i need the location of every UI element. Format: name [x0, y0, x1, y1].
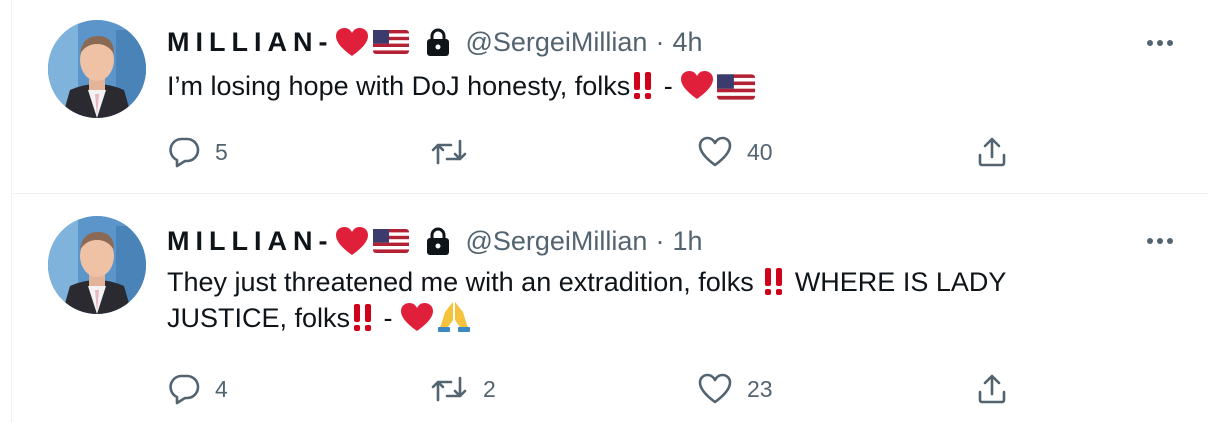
- more-icon: [1147, 238, 1153, 244]
- tweet[interactable]: MILLIAN- @SergeiMillian · 4h I’m losing: [12, 0, 1208, 194]
- us-flag-icon: [373, 229, 410, 253]
- like-count: 23: [747, 375, 773, 402]
- tweet-text: I’m losing hope with DoJ honesty, folks …: [167, 68, 1127, 104]
- tweet-header: MILLIAN- @SergeiMillian · 1h: [167, 224, 703, 258]
- like-button[interactable]: 23: [697, 369, 773, 409]
- tweet-header: MILLIAN- @SergeiMillian · 4h: [167, 25, 703, 59]
- reply-icon: [169, 137, 200, 168]
- reply-icon: [169, 374, 200, 405]
- double-exclamation-icon: [765, 268, 783, 295]
- retweet-icon: [431, 376, 467, 402]
- retweet-button[interactable]: 2: [429, 369, 496, 409]
- double-exclamation-icon: [634, 72, 652, 99]
- display-name[interactable]: MILLIAN-: [167, 27, 333, 58]
- reply-button[interactable]: 4: [167, 369, 228, 409]
- double-exclamation-icon: [354, 304, 372, 331]
- red-heart-icon: [681, 71, 714, 99]
- user-handle[interactable]: @SergeiMillian: [465, 226, 647, 257]
- reply-count: 4: [215, 375, 228, 402]
- lock-icon: [427, 227, 450, 255]
- reply-button[interactable]: 5: [167, 132, 228, 172]
- like-button[interactable]: 40: [697, 132, 773, 172]
- tweet[interactable]: MILLIAN- @SergeiMillian · 1h They just t: [12, 194, 1208, 423]
- retweet-icon: [431, 139, 467, 165]
- tweet-feed: MILLIAN- @SergeiMillian · 4h I’m losing: [11, 0, 1208, 423]
- more-icon: [1147, 40, 1153, 46]
- retweet-button[interactable]: [429, 132, 483, 172]
- us-flag-icon: [717, 74, 756, 100]
- like-count: 40: [747, 138, 773, 165]
- retweet-count: 2: [483, 375, 496, 402]
- share-button[interactable]: [975, 132, 1009, 172]
- red-heart-icon: [336, 227, 369, 255]
- timestamp[interactable]: 4h: [672, 27, 702, 58]
- separator-dot: ·: [655, 26, 665, 57]
- user-handle[interactable]: @SergeiMillian: [465, 27, 647, 58]
- share-icon: [978, 137, 1006, 167]
- red-heart-icon: [336, 28, 369, 56]
- avatar[interactable]: [48, 20, 146, 118]
- avatar[interactable]: [48, 216, 146, 314]
- tweet-text: They just threatened me with an extradit…: [167, 267, 1007, 333]
- display-name[interactable]: MILLIAN-: [167, 226, 333, 257]
- reply-count: 5: [215, 138, 228, 165]
- lock-icon: [427, 28, 450, 56]
- separator-dot: ·: [655, 225, 665, 256]
- more-button[interactable]: [1140, 226, 1180, 256]
- heart-icon: [698, 373, 732, 404]
- heart-icon: [698, 136, 732, 167]
- timestamp[interactable]: 1h: [672, 226, 702, 257]
- red-heart-icon: [401, 303, 434, 331]
- more-button[interactable]: [1140, 28, 1180, 58]
- share-icon: [978, 374, 1006, 404]
- folded-hands-icon: [438, 302, 471, 332]
- us-flag-icon: [373, 30, 410, 54]
- share-button[interactable]: [975, 369, 1009, 409]
